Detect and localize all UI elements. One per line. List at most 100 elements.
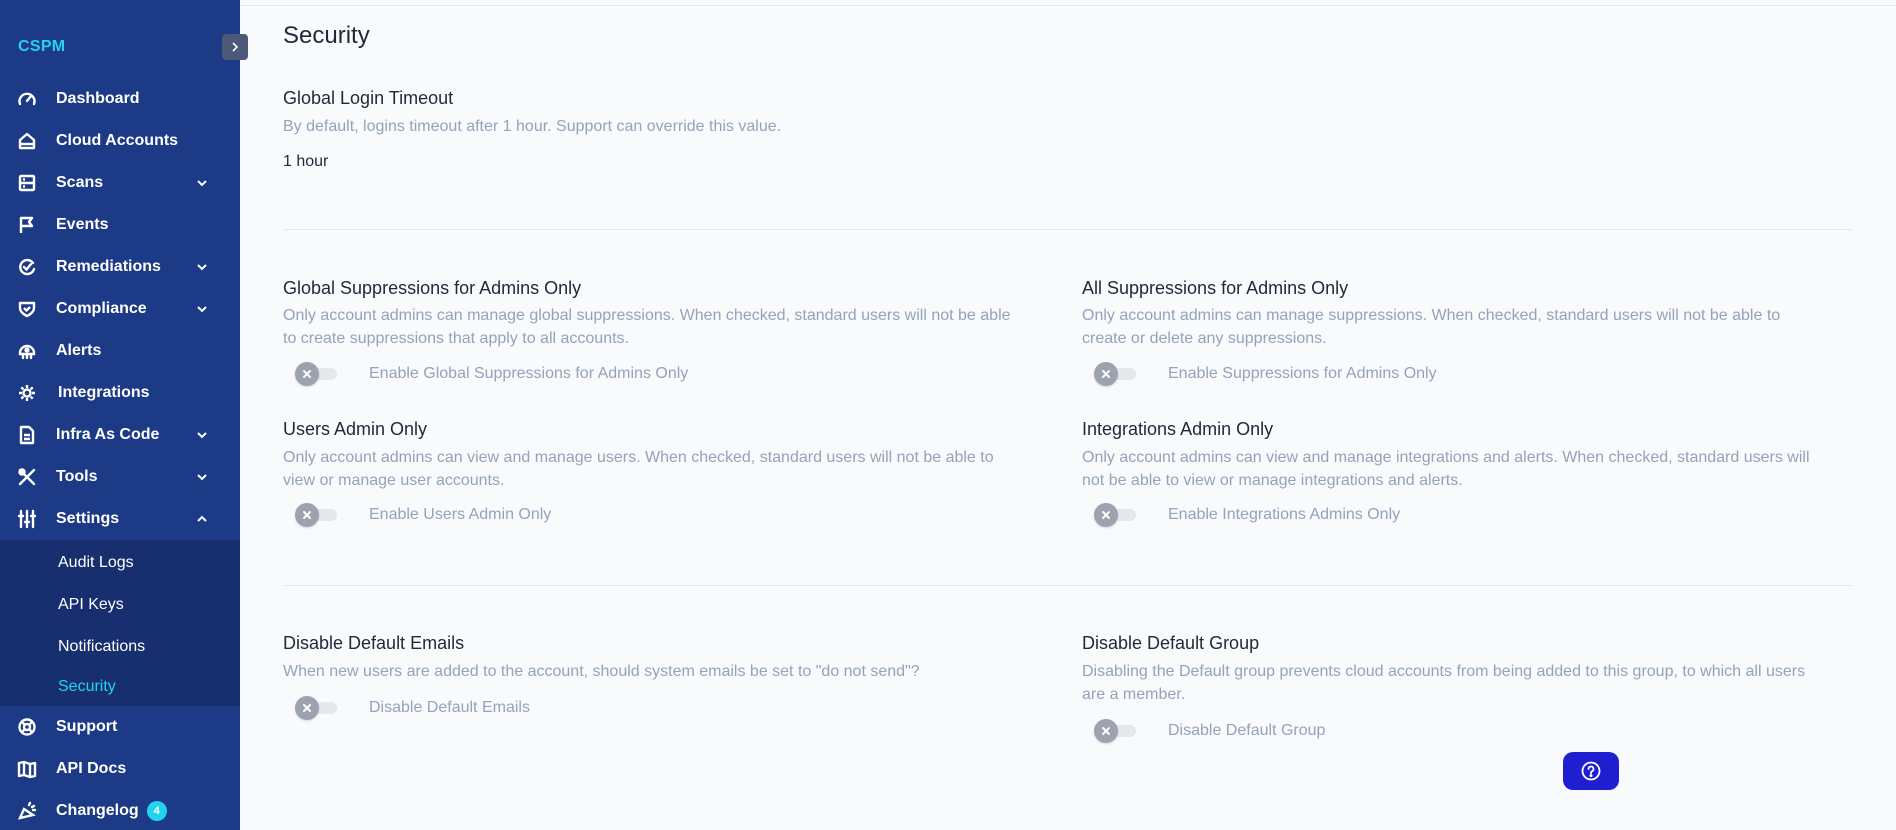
default-emails-toggle-label: Disable Default Emails (369, 699, 530, 716)
settings-subnav: Audit Logs API Keys Notifications Securi… (0, 540, 240, 706)
sidebar-item-label: Dashboard (56, 90, 140, 107)
changelog-icon (16, 800, 38, 822)
sidebar-item-label: Settings (56, 510, 120, 527)
brand-logo[interactable]: CSPM (18, 38, 65, 56)
main-content: Security Global Login Timeout By default… (240, 0, 1896, 830)
toggle-off-icon (295, 503, 319, 527)
sidebar-item-label: Changelog (56, 802, 139, 819)
toggle-off-icon (1094, 362, 1118, 386)
document-icon (16, 424, 38, 446)
all-suppressions-toggle[interactable] (1094, 362, 1138, 386)
global-suppressions-toggle[interactable] (295, 362, 339, 386)
sidebar-item-changelog[interactable]: Changelog 4 (0, 790, 240, 830)
sidebar-item-label: Support (56, 718, 118, 735)
login-timeout-value: 1 hour (283, 153, 329, 170)
default-group-toggle[interactable] (1094, 719, 1138, 743)
server-icon (16, 172, 38, 194)
default-emails-title: Disable Default Emails (283, 633, 465, 653)
sidebar-item-scans[interactable]: Scans (0, 162, 240, 204)
chevron-right-icon (232, 42, 239, 52)
chevron-down-icon[interactable] (196, 261, 208, 273)
help-button[interactable] (1563, 752, 1619, 790)
sidebar: CSPM Dashboard Cloud Accounts Scans Even… (0, 0, 240, 830)
default-group-desc-line1: Disabling the Default group prevents clo… (1082, 663, 1806, 680)
sidebar-item-compliance[interactable]: Compliance (0, 288, 240, 330)
sidebar-item-remediations[interactable]: Remediations (0, 246, 240, 288)
sidebar-item-label: API Docs (56, 760, 127, 777)
sidebar-item-label: Remediations (56, 258, 161, 275)
flag-icon (16, 214, 38, 236)
sidebar-item-label: Cloud Accounts (56, 132, 179, 149)
users-admin-desc-line2: view or manage user accounts. (283, 472, 505, 489)
sidebar-item-label: Infra As Code (56, 426, 160, 443)
divider (283, 229, 1853, 230)
changelog-badge: 4 (146, 801, 167, 821)
sidebar-item-api-docs[interactable]: API Docs (0, 748, 240, 790)
sidebar-collapse-button[interactable] (222, 34, 248, 60)
login-timeout-desc: By default, logins timeout after 1 hour.… (283, 118, 782, 135)
integrations-admin-title: Integrations Admin Only (1082, 419, 1274, 439)
integrations-icon (16, 382, 38, 404)
sidebar-item-tools[interactable]: Tools (0, 456, 240, 498)
lifebuoy-icon (16, 716, 38, 738)
login-timeout-title: Global Login Timeout (283, 88, 454, 108)
sliders-icon (16, 508, 38, 530)
gauge-icon (16, 88, 38, 110)
users-admin-toggle-row: Enable Users Admin Only (295, 503, 551, 527)
sidebar-item-alerts[interactable]: Alerts (0, 330, 240, 372)
sidebar-item-settings[interactable]: Settings (0, 498, 240, 540)
integrations-admin-toggle[interactable] (1094, 503, 1138, 527)
global-suppressions-desc-line2: to create suppressions that apply to all… (283, 330, 629, 347)
sidebar-subitem-security[interactable]: Security (0, 668, 240, 706)
sidebar-nav: Dashboard Cloud Accounts Scans Events Re… (0, 78, 240, 830)
toggle-off-icon (295, 362, 319, 386)
chevron-down-icon[interactable] (196, 177, 208, 189)
default-emails-toggle-row: Disable Default Emails (295, 696, 530, 720)
all-suppressions-desc-line1: Only account admins can manage suppressi… (1082, 307, 1781, 324)
chevron-down-icon[interactable] (196, 471, 208, 483)
integrations-admin-toggle-label: Enable Integrations Admins Only (1168, 506, 1401, 523)
sidebar-item-label: Tools (56, 468, 98, 485)
integrations-admin-desc-line1: Only account admins can view and manage … (1082, 449, 1810, 466)
all-suppressions-toggle-row: Enable Suppressions for Admins Only (1094, 362, 1437, 386)
global-suppressions-toggle-label: Enable Global Suppressions for Admins On… (369, 365, 689, 382)
sidebar-item-label: Alerts (56, 342, 102, 359)
default-group-toggle-label: Disable Default Group (1168, 722, 1326, 739)
page-title: Security (283, 22, 370, 49)
question-circle-icon (1581, 761, 1601, 781)
toggle-off-icon (1094, 503, 1118, 527)
sidebar-subitem-notifications[interactable]: Notifications (0, 626, 240, 668)
tools-icon (16, 466, 38, 488)
toggle-off-icon (295, 696, 319, 720)
sidebar-item-label: Integrations (58, 384, 150, 401)
chevron-down-icon[interactable] (196, 429, 208, 441)
sidebar-item-label: Scans (56, 174, 104, 191)
default-group-title: Disable Default Group (1082, 633, 1260, 653)
sidebar-item-infra-as-code[interactable]: Infra As Code (0, 414, 240, 456)
global-suppressions-desc-line1: Only account admins can manage global su… (283, 307, 1011, 324)
sidebar-item-dashboard[interactable]: Dashboard (0, 78, 240, 120)
users-admin-toggle[interactable] (295, 503, 339, 527)
sidebar-item-cloud-accounts[interactable]: Cloud Accounts (0, 120, 240, 162)
all-suppressions-toggle-label: Enable Suppressions for Admins Only (1168, 365, 1437, 382)
sidebar-item-support[interactable]: Support (0, 706, 240, 748)
integrations-admin-toggle-row: Enable Integrations Admins Only (1094, 503, 1401, 527)
top-border (240, 5, 1896, 6)
sidebar-item-events[interactable]: Events (0, 204, 240, 246)
default-emails-toggle[interactable] (295, 696, 339, 720)
remediation-icon (16, 256, 38, 278)
chevron-down-icon[interactable] (196, 303, 208, 315)
sidebar-subitem-audit-logs[interactable]: Audit Logs (0, 542, 240, 584)
users-admin-title: Users Admin Only (283, 419, 428, 439)
sidebar-item-integrations[interactable]: Integrations (0, 372, 240, 414)
all-suppressions-desc-line2: create or delete any suppressions. (1082, 330, 1327, 347)
cloud-account-icon (16, 130, 38, 152)
sidebar-subitem-api-keys[interactable]: API Keys (0, 584, 240, 626)
chevron-up-icon[interactable] (196, 513, 208, 525)
default-group-desc-line2: are a member. (1082, 686, 1186, 703)
toggle-off-icon (1094, 719, 1118, 743)
divider (283, 585, 1853, 586)
global-suppressions-toggle-row: Enable Global Suppressions for Admins On… (295, 362, 689, 386)
default-emails-desc: When new users are added to the account,… (283, 663, 920, 680)
book-icon (16, 758, 38, 780)
